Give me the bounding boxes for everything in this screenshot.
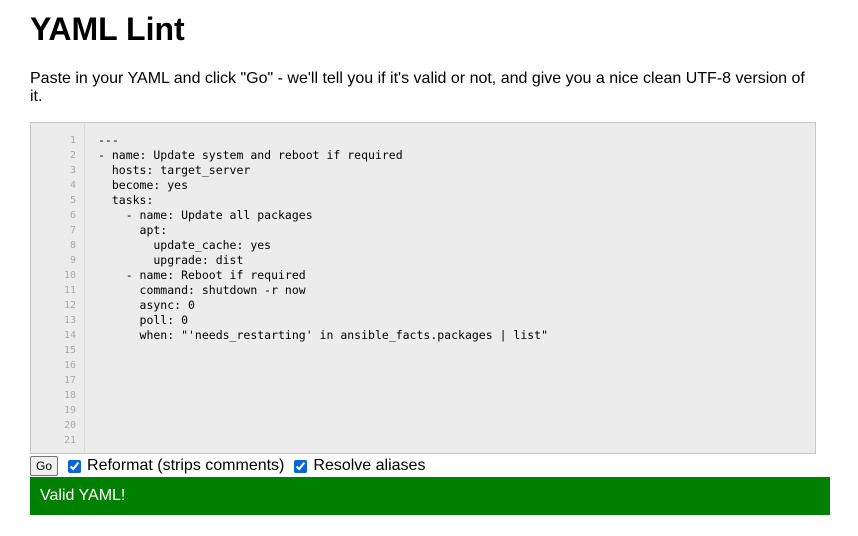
code-line[interactable]: tasks:	[98, 193, 807, 208]
page-title: YAML Lint	[30, 11, 185, 47]
line-number: 13	[63, 315, 76, 326]
resolve-aliases-checkbox[interactable]	[294, 459, 308, 473]
code-line[interactable]: hosts: target_server	[98, 163, 807, 178]
result-banner: Valid YAML!	[30, 477, 830, 515]
line-number: 12	[63, 300, 76, 311]
line-number: 17	[63, 375, 76, 386]
line-number: 19	[63, 405, 76, 416]
line-number: 2	[69, 150, 76, 161]
line-number: 7	[69, 225, 76, 236]
code-line[interactable]: - name: Update system and reboot if requ…	[98, 148, 807, 163]
line-number: 11	[63, 285, 76, 296]
code-line[interactable]: - name: Update all packages	[98, 208, 807, 223]
code-line[interactable]: - name: Reboot if required	[98, 268, 807, 283]
code-area[interactable]: --- - name: Update system and reboot if r…	[98, 133, 807, 343]
line-number: 20	[63, 420, 76, 431]
line-number: 1	[69, 135, 76, 146]
yaml-editor[interactable]: 1 2 3 4 5 6 7 8 9 10 11 12 13 14 15 16 17 18 19 20 21 --- - n…	[30, 122, 816, 454]
line-number-gutter: 1 2 3 4 5 6 7 8 9 10 11 12 13 14 15 16 17 18 19 20 21	[31, 123, 85, 453]
controls-bar: Go Reformat (strips comments) Resolve al…	[30, 456, 431, 476]
line-number: 8	[69, 240, 76, 251]
line-number: 16	[63, 360, 76, 371]
code-line[interactable]: when: "'needs_restarting' in ansible_fac…	[98, 328, 807, 343]
code-line[interactable]: async: 0	[98, 298, 807, 313]
page: YAML Lint Paste in your YAML and click "…	[0, 0, 858, 536]
line-number: 3	[69, 165, 76, 176]
line-number: 9	[69, 255, 76, 266]
resolve-aliases-label[interactable]: Resolve aliases	[313, 456, 425, 476]
line-number: 21	[63, 435, 76, 446]
line-number: 15	[63, 345, 76, 356]
line-number: 18	[63, 390, 76, 401]
code-line[interactable]: update_cache: yes	[98, 238, 807, 253]
code-line[interactable]: ---	[98, 133, 807, 148]
code-line[interactable]: upgrade: dist	[98, 253, 807, 268]
line-number: 5	[69, 195, 76, 206]
line-number: 4	[69, 180, 76, 191]
reformat-checkbox[interactable]	[68, 459, 82, 473]
line-number: 10	[63, 270, 76, 281]
line-number: 6	[69, 210, 76, 221]
code-line[interactable]: apt:	[98, 223, 807, 238]
go-button[interactable]: Go	[30, 456, 59, 476]
line-number: 14	[63, 330, 76, 341]
code-line[interactable]: command: shutdown -r now	[98, 283, 807, 298]
code-line[interactable]: poll: 0	[98, 313, 807, 328]
reformat-label[interactable]: Reformat (strips comments)	[87, 456, 284, 476]
intro-text: Paste in your YAML and click "Go" - we'l…	[30, 70, 805, 105]
code-line[interactable]: become: yes	[98, 178, 807, 193]
